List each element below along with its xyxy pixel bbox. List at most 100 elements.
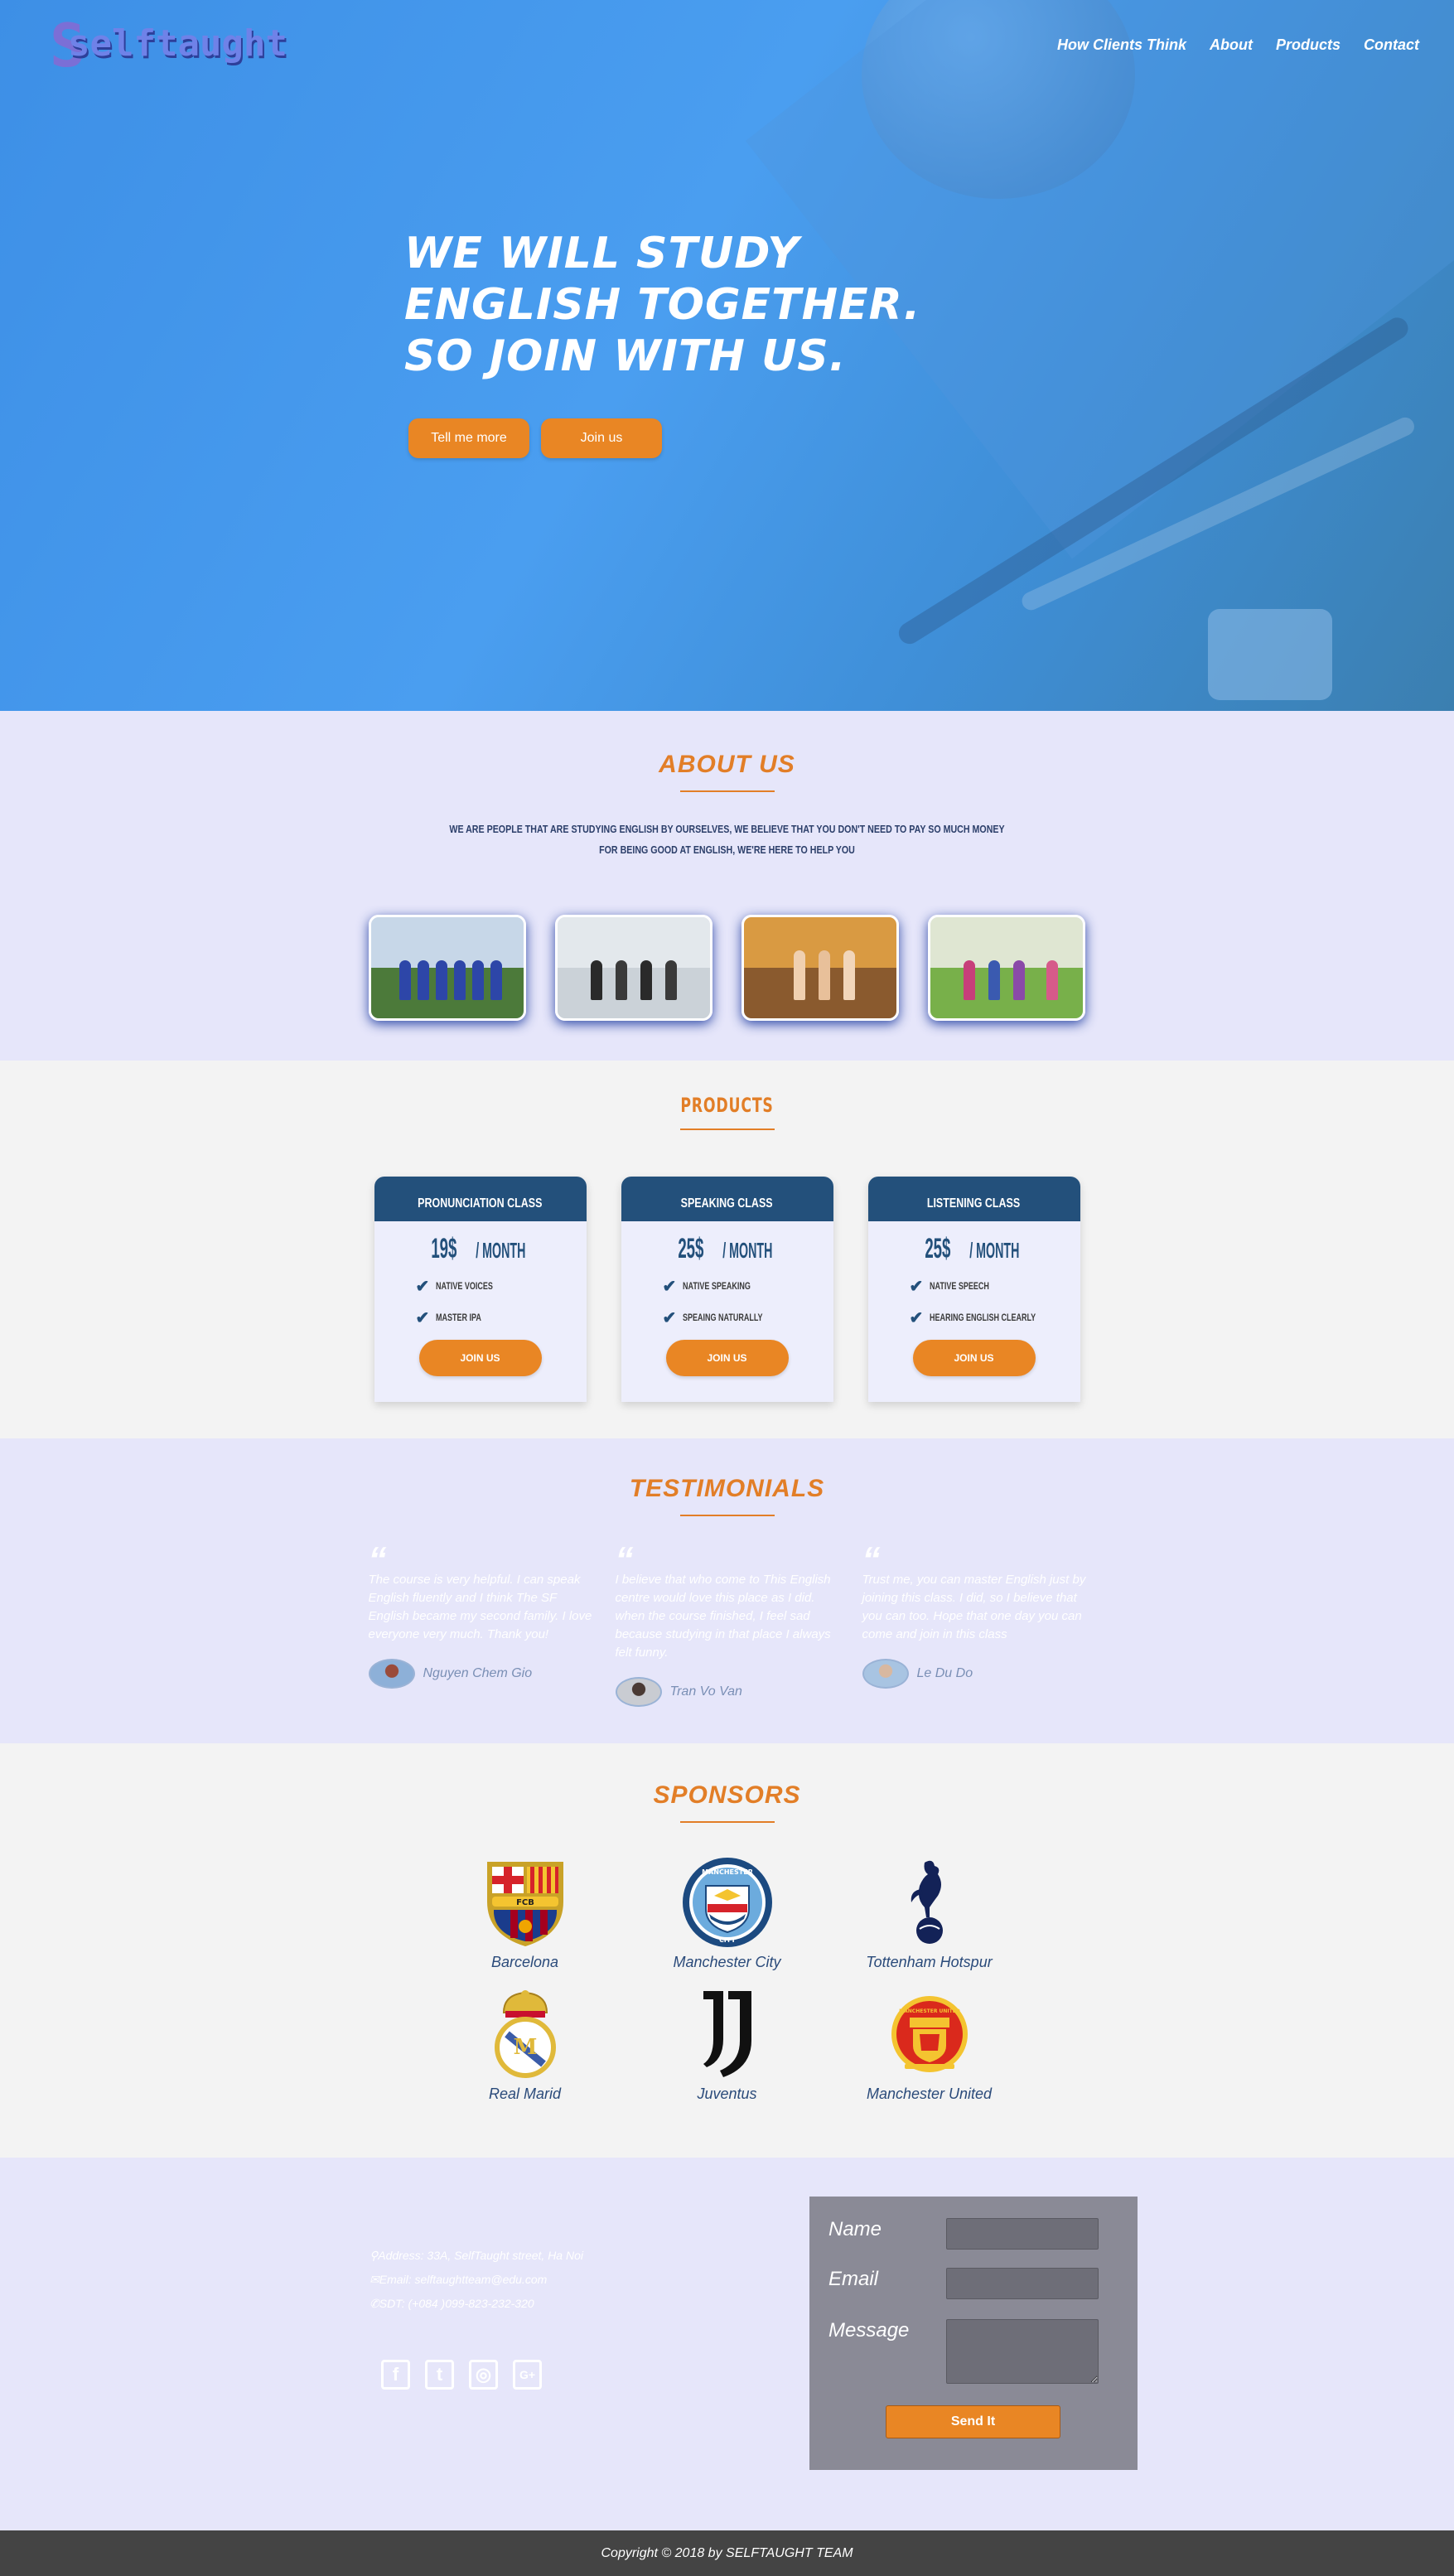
testimonials-section: TESTIMONIALS “ The course is very helpfu… [0, 1438, 1454, 1743]
hero-buttons: Tell me more Join us [408, 418, 662, 458]
sponsor-real-madrid[interactable]: M Real Marid [424, 1986, 626, 2103]
check-icon: ✔ [415, 1277, 430, 1296]
sponsor-name: Manchester United [866, 2085, 993, 2102]
card-feature: ✔ NATIVE VOICES [415, 1277, 493, 1296]
testimonials-title: TESTIMONIALS [629, 1475, 825, 1502]
card-title: SPEAKING CLASS [621, 1177, 833, 1221]
testimonial-author: Nguyen Chem Gio [368, 1659, 592, 1689]
phone-icon: ✆ [370, 2297, 379, 2310]
about-photo-kids-park [928, 915, 1085, 1021]
email-input[interactable] [946, 2268, 1099, 2299]
nav-how-clients-think[interactable]: How Clients Think [1057, 36, 1186, 54]
card-feature: ✔ NATIVE SPEECH [909, 1277, 989, 1296]
main-nav: How Clients Think About Products Contact [1057, 36, 1419, 54]
pricing-card: LISTENING CLASS 25$ / MONTH ✔ NATIVE SPEE… [867, 1177, 1080, 1402]
send-button[interactable]: Send It [886, 2405, 1060, 2438]
nav-products[interactable]: Products [1276, 36, 1340, 54]
envelope-icon: ✉ [370, 2273, 379, 2286]
name-label: Name [828, 2218, 882, 2240]
pricing-card: PRONUNCIATION CLASS 19$ / MONTH ✔ NATIVE … [374, 1177, 587, 1402]
message-textarea[interactable] [946, 2319, 1099, 2384]
card-feature: ✔ HEARING ENGLISH CLEARLY [909, 1308, 1036, 1327]
testimonial-author: Tran Vo Van [615, 1677, 839, 1707]
sponsor-manchester-united[interactable]: MANCHESTER UNITED Manchester United [828, 1986, 1031, 2103]
about-photo-beach-group [555, 915, 713, 1021]
check-icon: ✔ [662, 1308, 677, 1327]
sponsors-section: SPONSORS FCB Barcelona MANCHESTER CITY M… [0, 1743, 1454, 2158]
sponsor-manchester-city[interactable]: MANCHESTER CITY Manchester City [626, 1854, 828, 1971]
products-title: PRODUCTS [680, 1094, 774, 1117]
products-section: PRODUCTS PRONUNCIATION CLASS 19$ / MONTH… [0, 1061, 1454, 1438]
card-title: LISTENING CLASS [867, 1177, 1080, 1221]
about-photos [0, 915, 1454, 1021]
sponsor-juventus[interactable]: Juventus [626, 1986, 828, 2103]
testimonial-text: Trust me, you can master English just by… [862, 1573, 1086, 1641]
title-underline [679, 1821, 775, 1823]
card-join-button[interactable]: JOIN US [912, 1340, 1036, 1376]
check-icon: ✔ [662, 1277, 677, 1296]
about-text-line: FOR BEING GOOD AT ENGLISH, WE'RE HERE TO… [599, 843, 855, 856]
about-section: ABOUT US WE ARE PEOPLE THAT ARE STUDYING… [0, 711, 1454, 1061]
juventus-logo-icon [626, 1986, 828, 2082]
check-icon: ✔ [909, 1308, 924, 1327]
real-madrid-crest-icon: M [424, 1986, 626, 2082]
card-price: 19$ / MONTH [430, 1233, 526, 1264]
message-row: Message [828, 2319, 1099, 2384]
author-name: Nguyen Chem Gio [423, 1666, 533, 1680]
card-join-button[interactable]: JOIN US [418, 1340, 542, 1376]
facebook-icon[interactable]: f [381, 2360, 410, 2390]
google-plus-icon[interactable]: G+ [513, 2360, 542, 2390]
testimonial-text: The course is very helpful. I can speak … [368, 1573, 592, 1641]
pricing-card: SPEAKING CLASS 25$ / MONTH ✔ NATIVE SPEAK… [621, 1177, 833, 1402]
twitter-icon[interactable]: t [425, 2360, 454, 2390]
sponsor-barcelona[interactable]: FCB Barcelona [424, 1854, 626, 1971]
card-join-button[interactable]: JOIN US [665, 1340, 789, 1376]
social-links: f t ◎ G+ [381, 2360, 542, 2390]
nav-contact[interactable]: Contact [1364, 36, 1419, 54]
message-label: Message [828, 2319, 910, 2342]
tottenham-cockerel-icon [828, 1854, 1031, 1950]
hero-eraser-decoration [1208, 609, 1332, 700]
sponsor-name: Manchester City [673, 1954, 781, 1970]
about-text: WE ARE PEOPLE THAT ARE STUDYING ENGLISH … [131, 819, 1323, 860]
pricing-cards: PRONUNCIATION CLASS 19$ / MONTH ✔ NATIVE … [0, 1177, 1454, 1402]
email-row: Email [828, 2268, 1099, 2299]
check-icon: ✔ [909, 1277, 924, 1296]
sponsor-name: Tottenham Hotspur [866, 1954, 993, 1970]
contact-section: ⚲Address: 33A, SelfTaught street, Ha Noi… [0, 2158, 1454, 2530]
about-text-line: WE ARE PEOPLE THAT ARE STUDYING ENGLISH … [449, 823, 1005, 835]
join-us-button[interactable]: Join us [541, 418, 662, 458]
svg-text:MANCHESTER UNITED: MANCHESTER UNITED [899, 2008, 960, 2014]
card-price: 25$ / MONTH [677, 1233, 773, 1264]
card-price: 25$ / MONTH [924, 1233, 1020, 1264]
copyright-text: Copyright © 2018 by SELFTAUGHT TEAM [601, 2546, 853, 2560]
author-name: Tran Vo Van [669, 1684, 742, 1699]
name-input[interactable] [946, 2218, 1099, 2250]
svg-text:M: M [513, 2035, 537, 2060]
check-icon: ✔ [415, 1308, 430, 1327]
avatar [368, 1659, 415, 1689]
title-underline [679, 1515, 775, 1516]
sponsor-tottenham[interactable]: Tottenham Hotspur [828, 1854, 1031, 1971]
testimonial: “ I believe that who come to This Englis… [615, 1539, 839, 1707]
tell-me-more-button[interactable]: Tell me more [408, 418, 529, 458]
about-title: ABOUT US [659, 751, 795, 778]
card-feature: ✔ NATIVE SPEAKING [662, 1277, 751, 1296]
testimonial-list: “ The course is very helpful. I can spea… [0, 1539, 1454, 1707]
manchester-united-crest-icon: MANCHESTER UNITED [828, 1986, 1031, 2082]
about-photo-team-huddle [369, 915, 526, 1021]
hero-title-line: SO JOIN WITH US. [404, 331, 847, 381]
nav-about[interactable]: About [1210, 36, 1253, 54]
testimonial-author: Le Du Do [862, 1659, 1086, 1689]
sponsor-name: Juventus [697, 2085, 757, 2102]
hero-title: WE WILL STUDY ENGLISH TOGETHER. SO JOIN … [404, 228, 920, 382]
hero-section: S selftaught How Clients Think About Pro… [0, 0, 1454, 711]
manchester-city-crest-icon: MANCHESTER CITY [626, 1854, 828, 1950]
svg-text:MANCHESTER: MANCHESTER [702, 1868, 753, 1876]
instagram-icon[interactable]: ◎ [469, 2360, 498, 2390]
quote-icon: “ [615, 1539, 634, 1580]
title-underline [679, 790, 775, 792]
svg-text:CITY: CITY [718, 1936, 735, 1944]
card-feature: ✔ MASTER IPA [415, 1308, 481, 1327]
hero-title-line: ENGLISH TOGETHER. [404, 280, 921, 330]
